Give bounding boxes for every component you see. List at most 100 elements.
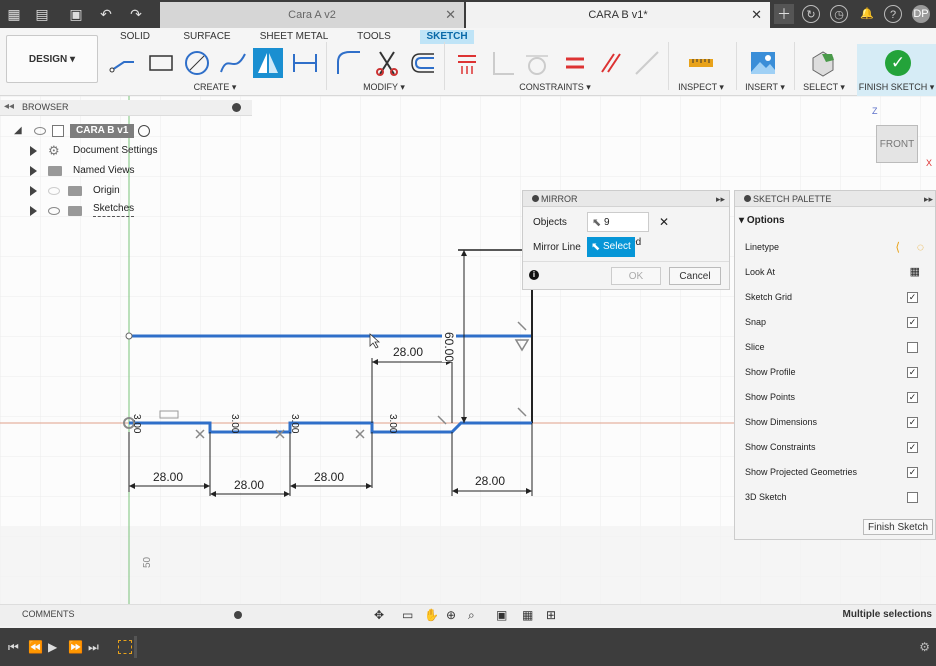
dimension-tool-icon[interactable] <box>290 48 320 78</box>
dimension-label[interactable]: 28.00 <box>153 470 184 484</box>
dimension-label[interactable]: 28.00 <box>393 345 424 359</box>
dimension-label-small[interactable]: 3.00 <box>387 414 398 433</box>
perpendicular-constraint-icon[interactable] <box>488 48 518 78</box>
sketch-grid-checkbox[interactable]: ✓ <box>907 292 918 303</box>
expand-arrow-icon[interactable] <box>30 166 37 176</box>
mirror-tool-icon[interactable] <box>253 48 283 78</box>
notifications-icon[interactable]: 🔔 <box>858 5 876 23</box>
visibility-eye-icon[interactable] <box>48 187 60 195</box>
tab-sheet-metal[interactable]: SHEET METAL <box>258 30 330 44</box>
line-tool-icon[interactable] <box>108 48 138 78</box>
options-section[interactable]: ▾ Options <box>739 215 785 226</box>
inspect-menu[interactable]: INSPECT ▾ <box>672 82 730 93</box>
show-dimensions-checkbox[interactable]: ✓ <box>907 417 918 428</box>
sketch-point[interactable] <box>125 332 133 340</box>
comments-options-icon[interactable] <box>234 611 242 619</box>
apps-grid-icon[interactable]: ▦ <box>4 4 24 24</box>
midpoint-constraint-icon[interactable] <box>632 48 662 78</box>
show-profile-checkbox[interactable]: ✓ <box>907 367 918 378</box>
show-points-checkbox[interactable]: ✓ <box>907 392 918 403</box>
select-tool-icon[interactable] <box>808 48 838 78</box>
show-projected-geometries-checkbox[interactable]: ✓ <box>907 467 918 478</box>
insert-menu[interactable]: INSERT ▾ <box>740 82 790 93</box>
expand-palette-icon[interactable]: ▸▸ <box>924 191 933 207</box>
dimension-label[interactable]: 28.00 <box>234 478 265 492</box>
create-menu[interactable]: CREATE ▾ <box>180 82 250 93</box>
play-icon[interactable]: ▶ <box>48 640 57 654</box>
collapse-panel-icon[interactable]: ◂◂ <box>4 101 14 112</box>
expand-dialog-icon[interactable]: ▸▸ <box>716 191 725 207</box>
show-constraints-checkbox[interactable]: ✓ <box>907 442 918 453</box>
browser-item[interactable]: Sketches <box>28 202 208 220</box>
close-icon[interactable]: ✕ <box>751 2 762 28</box>
objects-selection[interactable]: ⬉ 9 selected <box>587 212 649 248</box>
step-back-icon[interactable]: ⏪ <box>28 640 43 654</box>
clear-selection-icon[interactable]: ✕ <box>659 215 669 229</box>
workspace-switcher[interactable]: DESIGN ▾ <box>6 35 98 83</box>
go-to-start-icon[interactable]: ⏮ <box>8 640 19 655</box>
go-to-end-icon[interactable]: ⏭ <box>88 640 99 655</box>
dimension-label-small[interactable]: 3.00 <box>289 414 300 433</box>
job-status-icon[interactable]: ◷ <box>830 5 848 23</box>
redo-icon[interactable]: ↷ <box>126 4 146 24</box>
look-at-icon[interactable]: ▦ <box>910 263 920 281</box>
expand-icon[interactable]: ◢ <box>14 122 22 140</box>
info-icon[interactable]: i <box>529 270 539 280</box>
tab-surface[interactable]: SURFACE <box>180 30 234 44</box>
grid-settings-icon[interactable]: ▦ <box>522 608 533 622</box>
avatar[interactable]: DP <box>912 5 930 23</box>
file-menu-icon[interactable]: ▤ <box>32 4 52 24</box>
ok-button[interactable]: OK <box>611 267 661 285</box>
zoom-icon[interactable]: ⊕ <box>446 608 456 622</box>
look-at-icon[interactable]: ▭ <box>402 608 413 622</box>
browser-item[interactable]: Origin <box>28 182 208 200</box>
comments-panel-title[interactable]: COMMENTS <box>22 609 75 619</box>
tab-sketch[interactable]: SKETCH <box>420 30 474 44</box>
step-forward-icon[interactable]: ⏩ <box>68 640 83 654</box>
dimension-label[interactable]: 28.00 <box>475 474 506 488</box>
mirror-line-select-button[interactable]: ⬉ Select <box>587 237 635 257</box>
centerline-icon[interactable]: ◌ <box>917 238 924 256</box>
tangent-constraint-icon[interactable] <box>522 48 552 78</box>
visibility-eye-icon[interactable] <box>34 127 46 135</box>
browser-root-item[interactable]: ◢ CARA B v1 <box>14 122 174 140</box>
document-tab-active[interactable]: CARA B v1* ✕ <box>466 2 770 28</box>
close-icon[interactable]: ✕ <box>445 2 456 28</box>
tab-solid[interactable]: SOLID <box>112 30 158 44</box>
rectangle-tool-icon[interactable] <box>146 48 176 78</box>
equal-constraint-icon[interactable] <box>560 48 590 78</box>
slice-checkbox[interactable] <box>907 342 918 353</box>
modify-menu[interactable]: MODIFY ▾ <box>354 82 414 93</box>
coincident-constraint-icon[interactable] <box>452 48 482 78</box>
measure-tool-icon[interactable] <box>686 48 716 78</box>
sketch-palette-header[interactable]: SKETCH PALETTE ▸▸ <box>735 191 935 207</box>
panel-options-icon[interactable] <box>232 103 241 112</box>
dimension-label-vertical[interactable]: 60.00 <box>442 332 456 363</box>
view-cube[interactable]: FRONT <box>876 125 918 163</box>
insert-image-icon[interactable] <box>748 48 778 78</box>
constraints-menu[interactable]: CONSTRAINTS ▾ <box>512 82 598 93</box>
undo-icon[interactable]: ↶ <box>96 4 116 24</box>
pan-hand-icon[interactable]: ✋ <box>424 608 439 622</box>
orbit-icon[interactable]: ✥ <box>374 608 384 622</box>
browser-item[interactable]: ⚙ Document Settings <box>28 142 208 160</box>
browser-item[interactable]: Named Views <box>28 162 208 180</box>
dialog-options-icon[interactable] <box>532 195 539 202</box>
visibility-eye-icon[interactable] <box>48 207 60 215</box>
finish-sketch-button[interactable]: ✓ FINISH SKETCH ▾ <box>857 44 936 96</box>
snap-checkbox[interactable]: ✓ <box>907 317 918 328</box>
spline-tool-icon[interactable] <box>218 48 248 78</box>
expand-arrow-icon[interactable] <box>30 206 37 216</box>
document-tab-inactive[interactable]: Cara A v2 ✕ <box>160 2 464 28</box>
timeline-marker[interactable] <box>134 636 137 658</box>
parallel-constraint-icon[interactable] <box>596 48 626 78</box>
expand-arrow-icon[interactable] <box>30 146 37 156</box>
activate-radio-icon[interactable] <box>138 125 150 137</box>
fillet-tool-icon[interactable] <box>334 48 364 78</box>
fit-icon[interactable]: ⌕ <box>468 608 475 623</box>
tab-tools[interactable]: TOOLS <box>352 30 396 44</box>
select-menu[interactable]: SELECT ▾ <box>798 82 850 93</box>
mirror-dialog-header[interactable]: MIRROR ▸▸ <box>523 191 729 207</box>
expand-arrow-icon[interactable] <box>30 186 37 196</box>
dimension-label-small[interactable]: 3.00 <box>131 414 142 433</box>
